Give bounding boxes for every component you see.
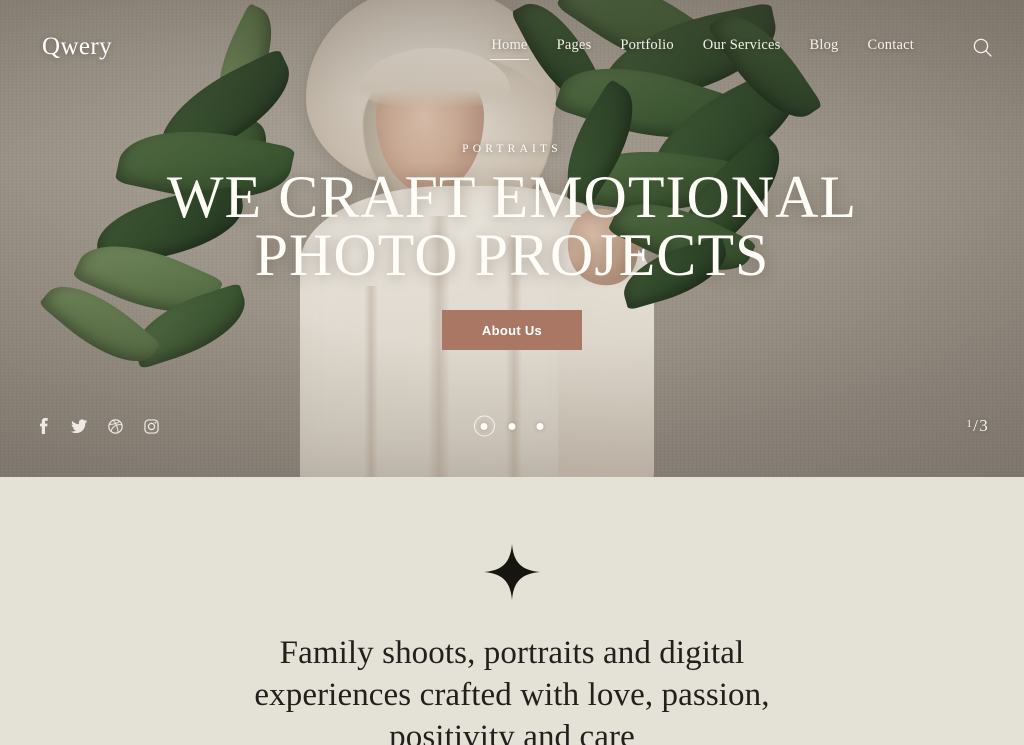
intro-paragraph: Family shoots, portraits and digital exp… <box>202 632 822 745</box>
hero-headline: WE CRAFT EMOTIONAL PHOTO PROJECTS <box>166 164 858 289</box>
about-us-button[interactable]: About Us <box>442 310 582 351</box>
slider-dot-3[interactable] <box>536 422 544 430</box>
search-icon[interactable] <box>970 35 994 59</box>
slide-counter-separator: / <box>973 416 979 435</box>
slide-counter-total: 3 <box>979 416 988 435</box>
intro-section: Family shoots, portraits and digital exp… <box>0 477 1024 745</box>
facebook-icon[interactable] <box>35 418 51 434</box>
instagram-icon[interactable] <box>143 418 159 434</box>
hero-headline-line-2: PHOTO PROJECTS <box>254 222 770 289</box>
intro-line-1: Family shoots, portraits and digital <box>279 635 745 671</box>
intro-line-3: positivity and care <box>389 719 635 745</box>
nav-item-home[interactable]: Home <box>490 33 529 61</box>
nav-item-our-services[interactable]: Our Services <box>702 33 782 61</box>
nav-item-pages[interactable]: Pages <box>556 33 593 61</box>
slide-counter: 1 / 3 <box>966 416 1024 436</box>
slider-dot-2[interactable] <box>508 422 516 430</box>
twitter-icon[interactable] <box>71 418 87 434</box>
slider-dot-1[interactable] <box>480 422 488 430</box>
nav-item-contact[interactable]: Contact <box>866 33 915 61</box>
dribbble-icon[interactable] <box>107 418 123 434</box>
hero-section: Qwery Home Pages Portfolio Our Services … <box>0 0 1024 477</box>
slide-counter-current: 1 <box>966 418 973 430</box>
main-navigation: Home Pages Portfolio Our Services Blog C… <box>490 33 994 61</box>
intro-line-2: experiences crafted with love, passion, <box>254 677 770 714</box>
nav-item-portfolio[interactable]: Portfolio <box>619 33 674 61</box>
slider-dots <box>480 422 544 430</box>
nav-item-blog[interactable]: Blog <box>808 33 839 61</box>
site-logo[interactable]: Qwery <box>42 33 112 61</box>
hero-bottom-bar: 1 / 3 <box>0 413 1024 439</box>
site-header: Qwery Home Pages Portfolio Our Services … <box>0 0 1024 94</box>
hero-headline-line-1: WE CRAFT EMOTIONAL <box>166 164 858 230</box>
social-links <box>0 418 159 434</box>
four-point-star-icon <box>484 544 540 600</box>
hero-eyebrow: PORTRAITS <box>462 143 562 155</box>
